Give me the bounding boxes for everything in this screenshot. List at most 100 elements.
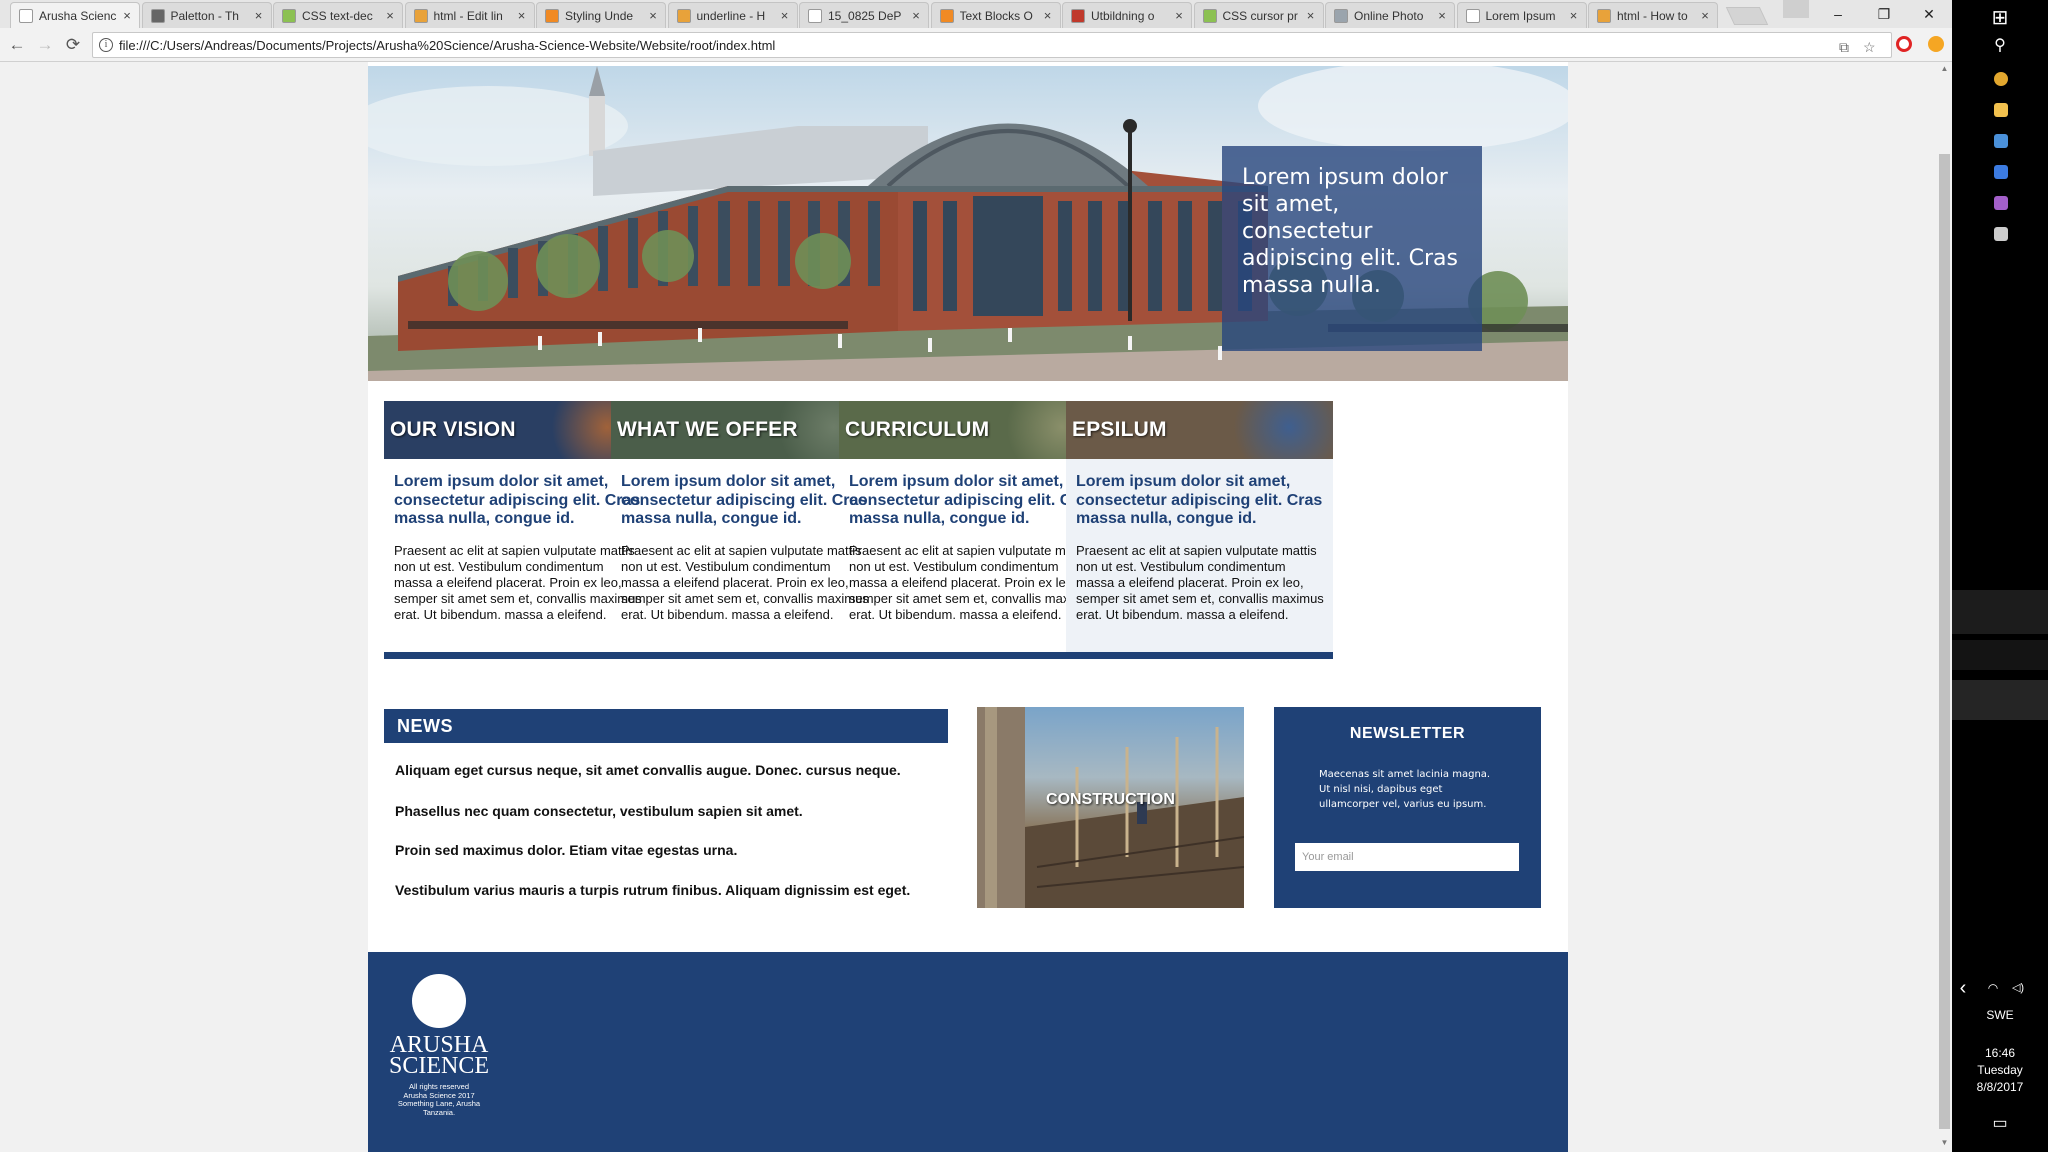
reload-icon[interactable]: ⟳: [62, 34, 84, 56]
address-bar[interactable]: i ⧉ ☆: [92, 32, 1892, 58]
browser-toolbar: ← → ⟳ i ⧉ ☆: [0, 28, 1952, 62]
volume-icon[interactable]: ◁): [2006, 976, 2030, 1000]
card-photo: [1223, 401, 1333, 459]
extension-icon[interactable]: [1928, 36, 1944, 52]
visual-studio-icon[interactable]: [1994, 165, 2008, 179]
tab-favicon-icon: [1334, 8, 1348, 23]
translate-icon[interactable]: ⧉: [1839, 39, 1849, 56]
logo-word-science: SCIENCE: [388, 1053, 489, 1079]
card-title: OUR VISION: [390, 418, 516, 441]
browser-tab[interactable]: CSS cursor pr ×: [1193, 2, 1324, 28]
browser-tab[interactable]: underline - H ×: [667, 2, 798, 28]
card-body: Praesent ac elit at sapien vulputate mat…: [621, 543, 869, 622]
tab-close-icon[interactable]: ×: [647, 8, 659, 23]
app-icon[interactable]: [1994, 227, 2008, 241]
tab-favicon-icon: [1465, 8, 1480, 23]
browser-chrome: – ❐ ✕ Arusha Scienc × Paletton - Th × CSS te…: [0, 0, 1952, 62]
start-icon[interactable]: ⊞: [1988, 6, 2012, 30]
steam-icon[interactable]: [1994, 134, 2008, 148]
construction-tile[interactable]: CONSTRUCTION: [977, 707, 1244, 908]
ghost-window: [1952, 680, 2048, 720]
site-footer: ARUSHA SCIENCE All rights reserved Arush…: [368, 952, 1568, 1152]
tab-close-icon[interactable]: ×: [121, 8, 133, 23]
tab-favicon-icon: [413, 8, 428, 23]
newsletter-description: Maecenas sit amet lacinia magna. Ut nisl…: [1319, 769, 1491, 810]
tab-strip: – ❐ ✕ Arusha Scienc × Paletton - Th × CSS te…: [0, 0, 1952, 28]
tab-close-icon[interactable]: ×: [1568, 8, 1580, 23]
browser-tab[interactable]: 15_0825 DeP ×: [799, 2, 929, 28]
tab-favicon-icon: [545, 8, 559, 23]
tab-close-icon[interactable]: ×: [779, 8, 791, 23]
card-heading: Lorem ipsum dolor sit amet, consectetur …: [621, 473, 868, 527]
tab-close-icon[interactable]: ×: [1436, 8, 1448, 23]
scroll-thumb[interactable]: [1939, 154, 1950, 1129]
notifications-icon[interactable]: ▭: [1988, 1112, 2012, 1136]
feature-card[interactable]: EPSILUM Lorem ipsum dolor sit amet, conse…: [1066, 401, 1333, 659]
browser-tab[interactable]: CSS text-dec ×: [273, 2, 403, 28]
browser-tab[interactable]: Text Blocks O ×: [930, 2, 1061, 28]
tab-favicon-icon: [808, 8, 822, 23]
newsletter-email-input[interactable]: [1295, 843, 1519, 871]
clock-day[interactable]: Tuesday: [1952, 1062, 2048, 1078]
new-tab-button[interactable]: [1725, 7, 1769, 25]
card-banner[interactable]: EPSILUM: [1066, 401, 1333, 459]
card-banner[interactable]: WHAT WE OFFER: [611, 401, 878, 459]
ghost-window: [1952, 640, 2048, 670]
language-indicator[interactable]: SWE: [1952, 1007, 2048, 1023]
page-scrollbar[interactable]: ▲ ▼: [1937, 62, 1952, 1152]
browser-tab[interactable]: Utbildning o ×: [1062, 2, 1192, 28]
newsletter-box: NEWSLETTER Maecenas sit amet lacinia mag…: [1274, 707, 1541, 908]
card-body: Praesent ac elit at sapien vulputate mat…: [849, 543, 1097, 622]
tab-close-icon[interactable]: ×: [384, 8, 396, 23]
tab-close-icon[interactable]: ×: [253, 8, 265, 23]
app-icon[interactable]: [1994, 196, 2008, 210]
tab-close-icon[interactable]: ×: [516, 8, 528, 23]
info-icon[interactable]: i: [99, 38, 113, 52]
browser-tab[interactable]: Arusha Scienc ×: [10, 2, 140, 28]
tab-close-icon[interactable]: ×: [910, 8, 922, 23]
tab-title: underline - H: [696, 8, 766, 23]
news-item[interactable]: Phasellus nec quam consectetur, vestibul…: [395, 803, 955, 819]
page-viewport: Lorem ipsum dolor sit amet, consectetur …: [0, 62, 1952, 1152]
clock-date[interactable]: 8/8/2017: [1952, 1079, 2048, 1095]
tab-title: Text Blocks O: [959, 8, 1033, 23]
clock-time[interactable]: 16:46: [1952, 1045, 2048, 1061]
tab-title: Lorem Ipsum: [1485, 8, 1556, 23]
scroll-down-icon[interactable]: ▼: [1940, 1138, 1949, 1147]
forward-icon[interactable]: →: [34, 34, 56, 56]
news-title: NEWS: [397, 716, 453, 736]
url-input[interactable]: [119, 36, 1819, 54]
profile-button[interactable]: [1783, 0, 1809, 18]
restore-button[interactable]: ❐: [1861, 0, 1907, 28]
chevron-left-icon[interactable]: ‹: [1956, 976, 1970, 1000]
tab-close-icon[interactable]: ×: [1173, 8, 1185, 23]
minimize-button[interactable]: –: [1815, 0, 1861, 28]
tab-close-icon[interactable]: ×: [1699, 8, 1711, 23]
tab-close-icon[interactable]: ×: [1042, 8, 1054, 23]
browser-tab[interactable]: Lorem Ipsum ×: [1456, 2, 1587, 28]
card-title: EPSILUM: [1072, 418, 1167, 441]
back-icon[interactable]: ←: [6, 34, 28, 56]
chrome-icon[interactable]: [1994, 72, 2008, 86]
news-item[interactable]: Proin sed maximus dolor. Etiam vitae ege…: [395, 842, 955, 858]
hero-caption-text: Lorem ipsum dolor sit amet, consectetur …: [1242, 165, 1458, 298]
wifi-icon[interactable]: ◠: [1986, 976, 2000, 1000]
browser-tab[interactable]: html - How to ×: [1588, 2, 1718, 28]
tab-favicon-icon: [282, 8, 296, 23]
close-window-button[interactable]: ✕: [1906, 0, 1952, 28]
opera-extension-icon[interactable]: [1896, 36, 1912, 52]
feature-card[interactable]: WHAT WE OFFER Lorem ipsum dolor sit amet,…: [611, 401, 878, 659]
bookmark-star-icon[interactable]: ☆: [1863, 39, 1876, 56]
scroll-up-icon[interactable]: ▲: [1940, 64, 1949, 73]
browser-tab[interactable]: Online Photo ×: [1325, 2, 1455, 28]
search-icon[interactable]: ⚲: [1988, 34, 2012, 58]
tab-title: Arusha Scienc: [39, 8, 117, 23]
tab-close-icon[interactable]: ×: [1305, 8, 1317, 23]
ghost-window: [1952, 590, 2048, 634]
news-item[interactable]: Vestibulum varius mauris a turpis rutrum…: [395, 882, 955, 898]
browser-tab[interactable]: html - Edit lin ×: [404, 2, 535, 28]
browser-tab[interactable]: Paletton - Th ×: [141, 2, 272, 28]
browser-tab[interactable]: Styling Unde ×: [536, 2, 666, 28]
news-item[interactable]: Aliquam eget cursus neque, sit amet conv…: [395, 762, 955, 778]
file-explorer-icon[interactable]: [1994, 103, 2008, 117]
